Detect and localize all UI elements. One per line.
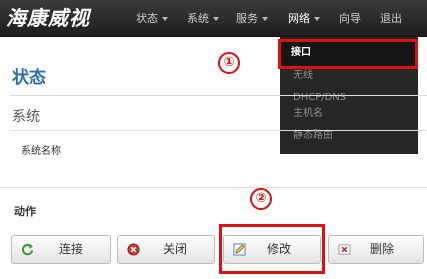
divider — [10, 130, 427, 131]
stop-icon — [127, 243, 140, 256]
dropdown-item-dhcp-dns[interactable]: DHCP/DNS — [280, 87, 418, 109]
section-title: 系统 — [12, 109, 40, 125]
nav-menu-services[interactable]: 服务 — [236, 0, 268, 37]
highlight-box-edit — [219, 224, 325, 274]
caret-down-icon — [213, 17, 219, 21]
dropdown-item-interfaces[interactable]: 接口 — [278, 42, 412, 64]
nav-menu-label: 网络 — [288, 12, 310, 25]
nav-menu-label: 状态 — [136, 12, 158, 25]
nav-menu-label: 退出 — [380, 12, 402, 25]
nav-menu-network[interactable]: 网络 — [288, 0, 320, 37]
nav-menu-label: 系统 — [187, 12, 209, 25]
connect-button[interactable]: 连接 — [11, 235, 111, 264]
button-label: 关闭 — [163, 242, 188, 256]
divider — [0, 187, 427, 188]
field-label-system-name: 系统名称 — [21, 146, 61, 157]
nav-menu-status[interactable]: 状态 — [136, 0, 168, 37]
nav-menu-label: 向导 — [339, 12, 361, 25]
delete-button[interactable]: 删除 — [328, 235, 424, 264]
nav-menu-label: 服务 — [236, 12, 258, 25]
step-badge-1: ① — [218, 52, 240, 74]
caret-down-icon — [262, 17, 268, 21]
page-title: 状态 — [12, 68, 46, 88]
button-label: 删除 — [370, 242, 395, 256]
nav-menu-logout[interactable]: 退出 — [380, 0, 402, 37]
actions-title: 动作 — [14, 205, 36, 218]
nav-menu-system[interactable]: 系统 — [187, 0, 219, 37]
highlight-box-interfaces: 接口 — [278, 39, 418, 69]
divider — [10, 95, 427, 96]
step-badge-2: ② — [250, 188, 272, 210]
close-button[interactable]: 关闭 — [117, 235, 215, 264]
nav-menu-wizard[interactable]: 向导 — [339, 0, 361, 37]
refresh-icon — [21, 243, 34, 256]
caret-down-icon — [314, 17, 320, 21]
button-label: 连接 — [59, 242, 84, 256]
delete-icon — [338, 244, 351, 255]
dropdown-item-static-routes[interactable]: 静态路由 — [280, 125, 418, 147]
caret-down-icon — [162, 17, 168, 21]
brand-logo[interactable]: 海康威视 — [6, 3, 118, 33]
top-navbar: 海康威视 状态 系统 服务 网络 向导 退出 — [0, 0, 427, 37]
